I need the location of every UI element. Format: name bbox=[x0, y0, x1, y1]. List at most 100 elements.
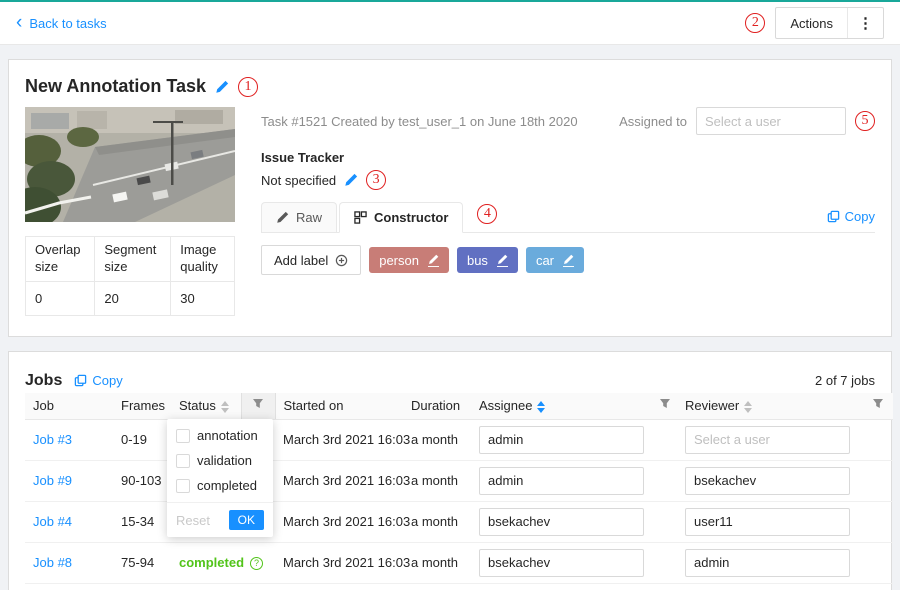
actions-label: Actions bbox=[776, 16, 847, 31]
frames-cell: 15-34 bbox=[113, 501, 171, 542]
label-chip-bus[interactable]: bus bbox=[457, 247, 518, 273]
pencil-icon bbox=[276, 211, 289, 224]
tab-constructor-label: Constructor bbox=[374, 210, 448, 225]
job-link[interactable]: Job #8 bbox=[33, 555, 72, 570]
copy-labels-link[interactable]: Copy bbox=[827, 209, 875, 224]
filter-option-completed[interactable]: completed bbox=[167, 473, 273, 498]
filter-reset-button[interactable]: Reset bbox=[176, 513, 210, 528]
issue-tracker-label: Issue Tracker bbox=[261, 150, 875, 165]
duration-cell: a month bbox=[403, 419, 471, 460]
job-link[interactable]: Job #3 bbox=[33, 432, 72, 447]
sort-icon-assignee[interactable] bbox=[537, 401, 545, 413]
param-header-image-quality: Image quality bbox=[171, 237, 235, 282]
checkbox-icon[interactable] bbox=[176, 454, 190, 468]
annotation-marker-3: 3 bbox=[366, 170, 386, 190]
task-right-column: Task #1521 Created by test_user_1 on Jun… bbox=[261, 107, 875, 316]
frames-cell: 90-103 bbox=[113, 460, 171, 501]
filter-option-annotation[interactable]: annotation bbox=[167, 423, 273, 448]
task-left-column: Overlap size Segment size Image quality … bbox=[25, 107, 235, 316]
jobs-title: Jobs bbox=[25, 372, 62, 390]
more-menu-icon[interactable]: ⋮ bbox=[848, 14, 883, 32]
tab-raw[interactable]: Raw bbox=[261, 202, 337, 232]
edit-issue-tracker-icon[interactable] bbox=[344, 173, 358, 187]
blocks-icon bbox=[354, 211, 367, 224]
task-parameters-table: Overlap size Segment size Image quality … bbox=[25, 236, 235, 316]
status-text: completed bbox=[179, 555, 244, 570]
col-job: Job bbox=[25, 393, 113, 419]
edit-label-icon[interactable] bbox=[497, 254, 508, 267]
edit-label-icon[interactable] bbox=[428, 254, 439, 267]
label-chip-car[interactable]: car bbox=[526, 247, 584, 273]
filter-icon-status[interactable] bbox=[252, 398, 264, 410]
label-chip-person[interactable]: person bbox=[369, 247, 449, 273]
reviewer-input[interactable] bbox=[685, 508, 850, 536]
tab-constructor[interactable]: Constructor bbox=[339, 202, 463, 233]
col-reviewer[interactable]: Reviewer bbox=[677, 393, 863, 419]
filter-option-label: completed bbox=[197, 478, 257, 493]
job-link[interactable]: Job #4 bbox=[33, 514, 72, 529]
copy-labels-label: Copy bbox=[845, 209, 875, 224]
checkbox-icon[interactable] bbox=[176, 479, 190, 493]
duration-cell: a month bbox=[403, 460, 471, 501]
jobs-count: 2 of 7 jobs bbox=[815, 373, 875, 388]
assignee-input[interactable] bbox=[479, 426, 644, 454]
assignee-input[interactable] bbox=[479, 467, 644, 495]
sort-icon-reviewer[interactable] bbox=[744, 401, 752, 413]
back-to-tasks-link[interactable]: ‹ Back to tasks bbox=[16, 15, 107, 32]
task-meta-text: Task #1521 Created by test_user_1 on Jun… bbox=[261, 114, 578, 129]
assignee-input[interactable] bbox=[479, 508, 644, 536]
actions-button[interactable]: Actions ⋮ bbox=[775, 7, 884, 39]
annotation-marker-5: 5 bbox=[855, 111, 875, 131]
page-title: New Annotation Task bbox=[25, 76, 206, 97]
frames-cell: 0-19 bbox=[113, 419, 171, 460]
top-navigation-bar: ‹ Back to tasks 2 Actions ⋮ bbox=[0, 2, 900, 45]
copy-icon bbox=[827, 210, 840, 223]
col-frames: Frames bbox=[113, 393, 171, 419]
filter-ok-button[interactable]: OK bbox=[229, 510, 264, 530]
add-label-button[interactable]: Add label bbox=[261, 245, 361, 275]
param-header-overlap-size: Overlap size bbox=[26, 237, 95, 282]
duration-cell: a month bbox=[403, 501, 471, 542]
param-value-image-quality: 30 bbox=[171, 281, 235, 315]
copy-jobs-label: Copy bbox=[92, 373, 122, 388]
annotation-marker-2: 2 bbox=[745, 13, 765, 33]
param-header-segment-size: Segment size bbox=[95, 237, 171, 282]
sort-icon-status[interactable] bbox=[221, 401, 229, 413]
jobs-table-header: Job Frames Status Started on Duration As… bbox=[25, 393, 893, 419]
job-link[interactable]: Job #9 bbox=[33, 473, 72, 488]
label-chip-name: bus bbox=[467, 253, 488, 268]
col-assignee-filter[interactable] bbox=[651, 393, 677, 419]
add-label-label: Add label bbox=[274, 253, 328, 268]
reviewer-input[interactable] bbox=[685, 549, 850, 577]
copy-jobs-link[interactable]: Copy bbox=[74, 373, 122, 388]
reviewer-input[interactable] bbox=[685, 426, 850, 454]
labels-editor-tabs: Raw Constructor 4 Copy bbox=[261, 202, 875, 233]
status-filter-dropdown: annotation validation completed Reset OK bbox=[167, 419, 273, 537]
filter-icon-assignee[interactable] bbox=[659, 398, 671, 410]
filter-option-validation[interactable]: validation bbox=[167, 448, 273, 473]
param-value-segment-size: 20 bbox=[95, 281, 171, 315]
plus-circle-icon bbox=[335, 254, 348, 267]
reviewer-input[interactable] bbox=[685, 467, 850, 495]
task-details-panel: New Annotation Task 1 bbox=[8, 59, 892, 337]
table-row: Job #8 75-94 completed? March 3rd 2021 1… bbox=[25, 542, 893, 583]
started-cell: March 3rd 2021 16:03 bbox=[275, 419, 403, 460]
question-circle-icon[interactable]: ? bbox=[250, 557, 263, 570]
assignee-input[interactable] bbox=[479, 549, 644, 577]
back-arrow-icon: ‹ bbox=[16, 13, 22, 32]
task-preview-image bbox=[25, 107, 235, 222]
frames-cell: 75-94 bbox=[113, 542, 171, 583]
annotation-marker-4: 4 bbox=[477, 204, 497, 224]
edit-label-icon[interactable] bbox=[563, 254, 574, 267]
col-duration: Duration bbox=[403, 393, 471, 419]
edit-title-icon[interactable] bbox=[215, 80, 229, 94]
started-cell: March 3rd 2021 16:03 bbox=[275, 542, 403, 583]
filter-icon-reviewer[interactable] bbox=[872, 398, 884, 410]
checkbox-icon[interactable] bbox=[176, 429, 190, 443]
assignee-select-input[interactable] bbox=[696, 107, 846, 135]
col-reviewer-filter[interactable] bbox=[863, 393, 893, 419]
jobs-header-row: Jobs Copy 2 of 7 jobs bbox=[25, 368, 875, 393]
col-status[interactable]: Status bbox=[171, 393, 241, 419]
col-assignee[interactable]: Assignee bbox=[471, 393, 651, 419]
col-status-filter[interactable] bbox=[241, 393, 275, 419]
